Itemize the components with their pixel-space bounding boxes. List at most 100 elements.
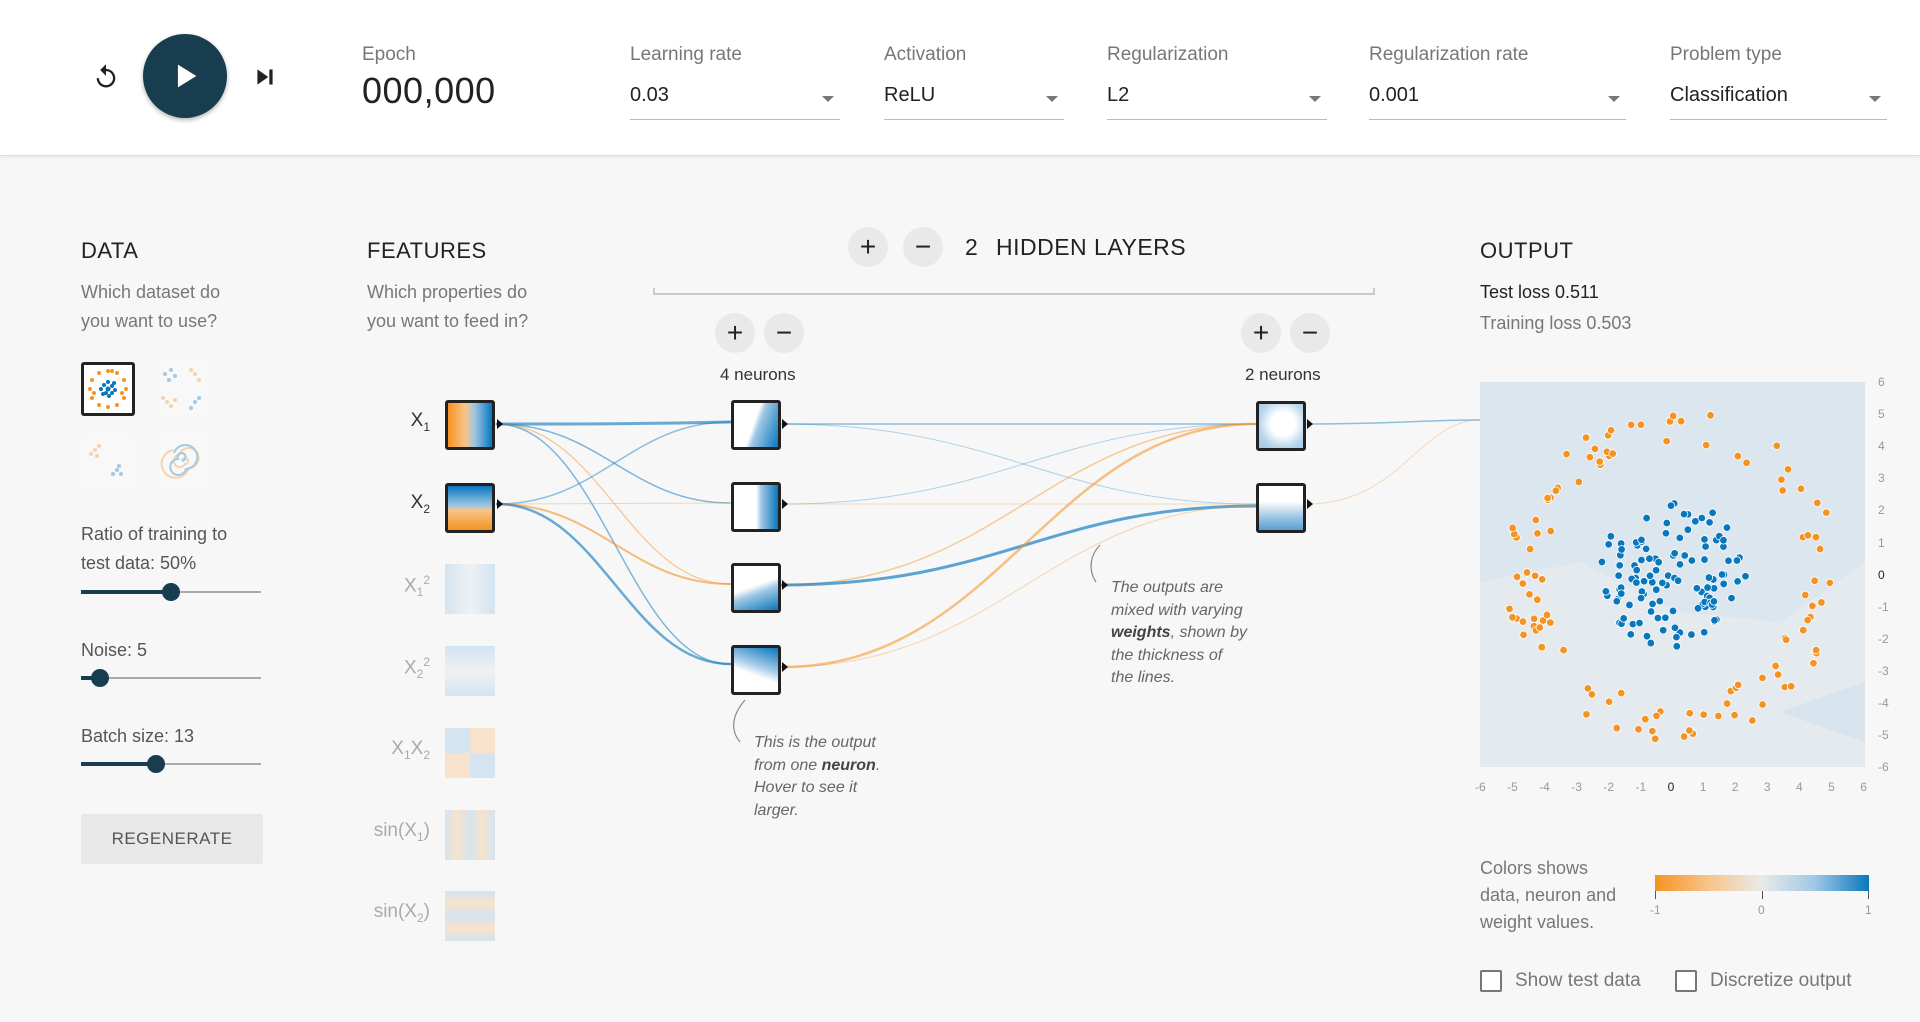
data-point bbox=[1543, 493, 1552, 503]
feature-x2-squared-label: X22 bbox=[403, 655, 430, 682]
feature-x1-squared[interactable] bbox=[445, 564, 495, 614]
data-point bbox=[1597, 557, 1607, 567]
neuron[interactable] bbox=[731, 482, 781, 532]
hidden-layer-count: 2 bbox=[965, 234, 978, 260]
data-point bbox=[1581, 433, 1591, 442]
link[interactable] bbox=[1306, 419, 1481, 505]
data-point bbox=[1733, 451, 1743, 461]
data-point bbox=[1808, 601, 1817, 611]
data-point bbox=[1508, 523, 1517, 533]
neuron[interactable] bbox=[731, 563, 781, 613]
feature-sin-x1[interactable] bbox=[445, 810, 495, 860]
remove-layer-button[interactable]: − bbox=[903, 227, 943, 267]
data-point bbox=[1587, 690, 1597, 699]
x-tick: -1 bbox=[1635, 780, 1647, 794]
data-point bbox=[1727, 593, 1736, 603]
y-tick: 1 bbox=[1878, 535, 1885, 550]
note-line: the lines. bbox=[1111, 669, 1176, 686]
data-point bbox=[1710, 616, 1719, 625]
data-point bbox=[1505, 604, 1514, 614]
data-point bbox=[1626, 420, 1636, 430]
add-neuron-layer2-button[interactable]: + bbox=[1241, 313, 1281, 353]
data-point bbox=[1705, 518, 1714, 527]
feature-x1[interactable] bbox=[445, 400, 495, 450]
data-point bbox=[1632, 565, 1641, 575]
remove-neuron-layer2-button[interactable]: − bbox=[1290, 313, 1330, 353]
data-point bbox=[1604, 697, 1614, 706]
link[interactable] bbox=[1306, 419, 1481, 425]
link[interactable] bbox=[496, 502, 731, 505]
add-neuron-layer1-button[interactable]: + bbox=[715, 313, 755, 353]
data-point bbox=[1777, 475, 1786, 484]
layer2-neuron-count: 2 neurons bbox=[1245, 365, 1321, 384]
show-test-data-checkbox[interactable]: Show test data bbox=[1480, 970, 1641, 992]
y-tick: -6 bbox=[1878, 760, 1889, 775]
data-point bbox=[1811, 532, 1821, 542]
data-point bbox=[1685, 709, 1694, 718]
neuron[interactable] bbox=[1256, 483, 1306, 533]
neuron[interactable] bbox=[731, 400, 781, 450]
data-point bbox=[1679, 732, 1689, 741]
feature-sin-x2[interactable] bbox=[445, 891, 495, 941]
discretize-output-checkbox[interactable]: Discretize output bbox=[1675, 970, 1852, 992]
data-point bbox=[1700, 628, 1709, 637]
data-point bbox=[1646, 607, 1656, 616]
data-point bbox=[1530, 571, 1540, 580]
data-point bbox=[1533, 595, 1542, 604]
weights-annotation: The outputs are mixed with varying weigh… bbox=[1111, 577, 1247, 690]
data-point bbox=[1604, 540, 1613, 549]
note-line: the thickness of bbox=[1111, 646, 1223, 664]
y-tick: -1 bbox=[1878, 599, 1889, 614]
neuron[interactable] bbox=[731, 645, 781, 695]
note-text: . bbox=[875, 756, 881, 774]
data-point bbox=[1626, 630, 1635, 639]
note-line: from one neuron. bbox=[754, 755, 880, 778]
feature-x2-squared[interactable] bbox=[445, 646, 495, 696]
link[interactable] bbox=[780, 504, 1258, 587]
link[interactable] bbox=[495, 420, 732, 426]
data-point bbox=[1617, 589, 1626, 598]
x-tick: 4 bbox=[1796, 780, 1803, 794]
link[interactable] bbox=[496, 503, 731, 585]
data-point bbox=[1636, 593, 1646, 603]
data-point bbox=[1676, 416, 1686, 426]
data-point bbox=[1687, 630, 1696, 639]
output-heatmap[interactable] bbox=[1480, 382, 1865, 767]
y-tick: 4 bbox=[1878, 439, 1885, 454]
data-point bbox=[1529, 614, 1539, 623]
add-layer-button[interactable]: + bbox=[848, 227, 888, 267]
feature-x1-label: X1 bbox=[410, 410, 430, 434]
feature-x1x2[interactable] bbox=[445, 728, 495, 778]
y-tick: -3 bbox=[1878, 663, 1889, 678]
x-tick: -3 bbox=[1571, 780, 1582, 794]
data-point bbox=[1786, 682, 1796, 691]
neuron[interactable] bbox=[1256, 401, 1306, 451]
link[interactable] bbox=[495, 502, 732, 666]
data-point bbox=[1519, 630, 1528, 639]
checkbox-box[interactable] bbox=[1675, 970, 1697, 992]
legend-tick: -1 bbox=[1650, 903, 1661, 917]
data-point bbox=[1614, 571, 1623, 580]
data-point bbox=[1699, 710, 1708, 719]
output-scatter bbox=[1480, 382, 1865, 767]
data-point bbox=[1811, 645, 1821, 655]
data-point bbox=[1700, 535, 1709, 544]
data-point bbox=[1732, 556, 1742, 565]
data-point bbox=[1637, 555, 1646, 565]
data-point bbox=[1733, 680, 1743, 690]
data-point bbox=[1700, 555, 1709, 564]
x-tick: -6 bbox=[1475, 780, 1486, 794]
remove-neuron-layer1-button[interactable]: − bbox=[764, 313, 804, 353]
data-point bbox=[1778, 486, 1787, 495]
data-point bbox=[1518, 579, 1527, 588]
data-point bbox=[1670, 549, 1679, 558]
y-tick: 2 bbox=[1878, 503, 1885, 518]
data-point bbox=[1801, 590, 1810, 600]
feature-x2[interactable] bbox=[445, 483, 495, 533]
data-point bbox=[1641, 714, 1650, 724]
checkbox-box[interactable] bbox=[1480, 970, 1502, 992]
data-point bbox=[1817, 598, 1826, 607]
data-point bbox=[1518, 617, 1528, 626]
data-point bbox=[1692, 584, 1702, 593]
data-point bbox=[1617, 545, 1626, 554]
